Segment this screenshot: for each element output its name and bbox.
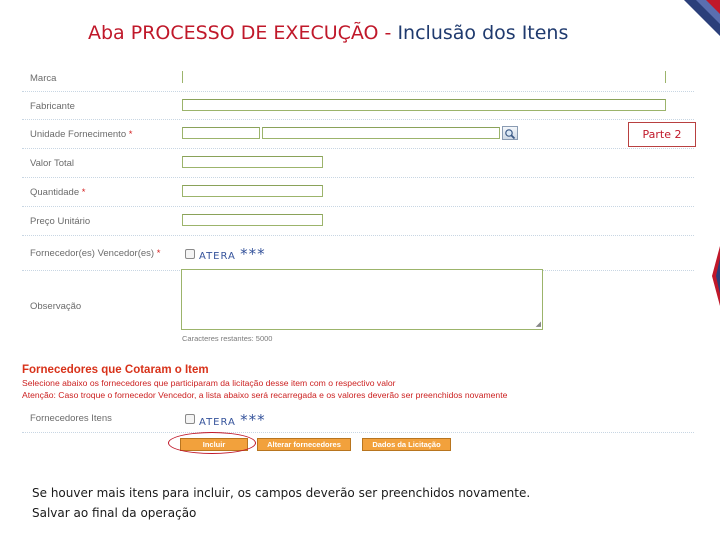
valor-total-input[interactable] <box>182 156 323 168</box>
required-marker: * <box>81 187 86 198</box>
slide-title: Aba PROCESSO DE EXECUÇÃO - Inclusão dos … <box>88 22 568 44</box>
quantidade-input[interactable] <box>182 185 323 197</box>
alterar-fornecedores-button[interactable]: Alterar fornecedores <box>257 438 351 451</box>
side-decoration <box>708 236 720 316</box>
label-fabricante: Fabricante <box>30 101 75 112</box>
footer-line-2: Salvar ao final da operação <box>32 506 197 520</box>
label-valor-total: Valor Total <box>30 158 75 169</box>
label-preco-unitario: Preço Unitário <box>30 216 91 227</box>
resize-handle[interactable]: ◢ <box>536 321 541 328</box>
label-fornecedor-vencedor: Fornecedor(es) Vencedor(es) * <box>30 248 160 259</box>
required-marker: * <box>128 129 133 140</box>
vencedor-option: ATERA *** <box>199 245 266 263</box>
row-fornecedores-itens: Fornecedores Itens ATERA *** <box>22 406 694 433</box>
label-observacao: Observação <box>30 301 82 312</box>
row-unidade: Unidade Fornecimento * <box>22 120 694 149</box>
label-unidade-text: Unidade Fornecimento <box>30 129 127 140</box>
vencedor-mask: *** <box>240 245 266 263</box>
highlight-oval <box>168 432 256 454</box>
chars-remaining: Caracteres restantes: 5000 <box>182 334 273 343</box>
row-fabricante: Fabricante <box>22 92 694 120</box>
required-marker: * <box>156 248 161 259</box>
row-observacao: Observação ◢ Caracteres restantes: 5000 <box>22 269 694 348</box>
row-quantidade: Quantidade * <box>22 178 694 207</box>
fabricante-input[interactable] <box>182 99 666 111</box>
vencedor-option-name: ATERA <box>199 251 236 262</box>
label-quantidade-text: Quantidade <box>30 187 80 198</box>
label-fornecedor-vencedor-text: Fornecedor(es) Vencedor(es) <box>30 248 155 259</box>
fornecedor-item-option-name: ATERA <box>199 417 236 428</box>
footer-line-1: Se houver mais itens para incluir, os ca… <box>32 486 531 500</box>
label-quantidade: Quantidade * <box>30 187 85 198</box>
item-form: Marca Fabricante Unidade Fornecimento * … <box>22 66 694 348</box>
unidade-code-input[interactable] <box>182 127 260 139</box>
magnifier-icon <box>505 129 516 140</box>
fornecedores-title: Fornecedores que Cotaram o Item <box>22 364 209 376</box>
dados-licitacao-button[interactable]: Dados da Licitação <box>362 438 451 451</box>
fornecedor-item-option: ATERA *** <box>199 411 266 429</box>
fornecedor-item-checkbox[interactable] <box>185 414 195 424</box>
label-marca: Marca <box>30 73 57 84</box>
fornecedores-warning: Atenção: Caso troque o fornecedor Venced… <box>22 390 508 400</box>
observacao-textarea[interactable]: ◢ <box>181 269 543 330</box>
fornecedor-item-mask: *** <box>240 411 266 429</box>
title-suffix: Inclusão dos Itens <box>391 22 569 44</box>
label-unidade: Unidade Fornecimento * <box>30 129 132 140</box>
part-label: Parte 2 <box>628 122 696 147</box>
row-valor-total: Valor Total <box>22 149 694 178</box>
unidade-desc-input[interactable] <box>262 127 500 139</box>
row-preco-unitario: Preço Unitário <box>22 207 694 236</box>
vencedor-checkbox[interactable] <box>185 249 195 259</box>
preco-unitario-input[interactable] <box>182 214 323 226</box>
search-button[interactable] <box>502 126 518 140</box>
label-fornecedores-itens: Fornecedores Itens <box>30 413 112 424</box>
row-fornecedor-vencedor: Fornecedor(es) Vencedor(es) * ATERA *** <box>22 236 694 271</box>
corner-decoration <box>674 0 720 46</box>
row-marca: Marca <box>22 66 694 92</box>
fornecedores-note: Selecione abaixo os fornecedores que par… <box>22 378 396 388</box>
title-prefix: Aba PROCESSO DE EXECUÇÃO - <box>88 22 392 44</box>
marca-input[interactable] <box>182 71 666 83</box>
